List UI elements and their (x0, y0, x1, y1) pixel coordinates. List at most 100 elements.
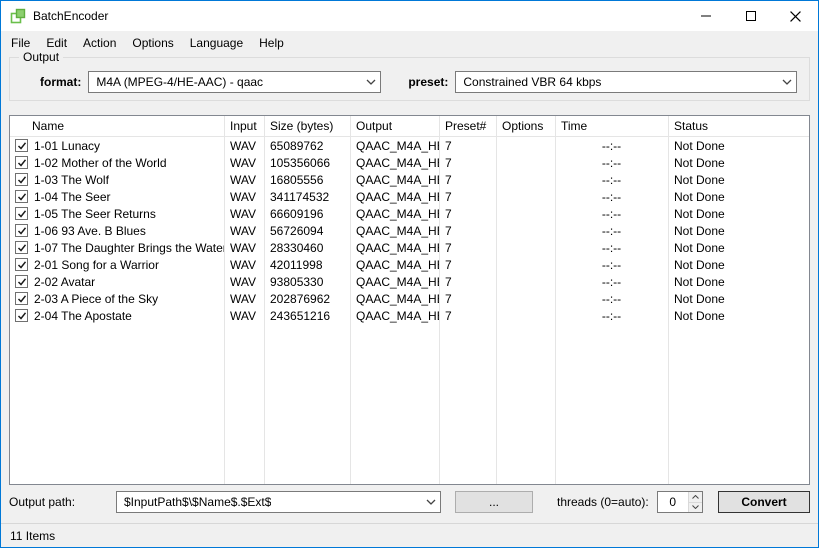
column-header-preset-[interactable]: Preset# (439, 116, 496, 136)
row-time: --:-- (601, 138, 622, 153)
row-name: 1-01 Lunacy (34, 138, 101, 153)
row-status: Not Done (674, 240, 725, 255)
status-items-count: 11 Items (10, 528, 56, 543)
row-options (496, 205, 555, 222)
table-row[interactable]: 1-01 Lunacy WAV 65089762 QAAC_M4A_HE 7 --:-- N… (10, 137, 809, 154)
row-preset: 7 (445, 308, 452, 323)
preset-label: preset: (408, 74, 449, 89)
threads-stepper[interactable]: 0 (656, 491, 703, 513)
row-options (496, 273, 555, 290)
row-options (496, 256, 555, 273)
table-row[interactable]: 1-02 Mother of the World WAV 105356066 QAAC… (10, 154, 809, 171)
row-name-cell: 1-02 Mother of the World (10, 154, 224, 171)
table-row[interactable]: 1-05 The Seer Returns WAV 66609196 QAAC_M4A… (10, 205, 809, 222)
table-row[interactable]: 1-03 The Wolf WAV 16805556 QAAC_M4A_HE 7 --:-… (10, 171, 809, 188)
row-options (496, 290, 555, 307)
checkmark-icon (17, 175, 26, 184)
row-checkbox[interactable] (15, 275, 28, 288)
checkmark-icon (17, 277, 26, 286)
title-bar[interactable]: BatchEncoder (1, 1, 818, 31)
row-output: QAAC_M4A_HE (356, 240, 439, 255)
row-time: --:-- (601, 308, 622, 323)
column-header-output[interactable]: Output (350, 116, 439, 136)
row-options (496, 222, 555, 239)
column-header-size-bytes-[interactable]: Size (bytes) (264, 116, 350, 136)
table-row[interactable]: 2-01 Song for a Warrior WAV 42011998 QAAC_M… (10, 256, 809, 273)
checkmark-icon (17, 141, 26, 150)
row-status: Not Done (674, 308, 725, 323)
row-checkbox[interactable] (15, 258, 28, 271)
row-time: --:-- (601, 257, 622, 272)
column-header-name[interactable]: Name (10, 116, 224, 136)
row-size: 93805330 (270, 274, 324, 289)
row-checkbox[interactable] (15, 173, 28, 186)
row-output: QAAC_M4A_HE (356, 257, 439, 272)
row-checkbox[interactable] (15, 156, 28, 169)
batchencoder-logo-icon (10, 8, 26, 24)
status-bar: 11 Items (1, 523, 818, 547)
column-header-time[interactable]: Time (555, 116, 668, 136)
row-preset: 7 (445, 172, 452, 187)
minimize-button[interactable] (683, 1, 728, 31)
table-row[interactable]: 1-07 The Daughter Brings the Water WAV 283… (10, 239, 809, 256)
row-time: --:-- (601, 189, 622, 204)
row-checkbox[interactable] (15, 224, 28, 237)
row-preset: 7 (445, 138, 452, 153)
row-checkbox[interactable] (15, 190, 28, 203)
table-row[interactable]: 1-06 93 Ave. B Blues WAV 56726094 QAAC_M4A_… (10, 222, 809, 239)
close-button[interactable] (773, 1, 818, 31)
column-header-options[interactable]: Options (496, 116, 555, 136)
row-name: 2-04 The Apostate (34, 308, 132, 323)
row-checkbox[interactable] (15, 292, 28, 305)
window-title: BatchEncoder (33, 9, 109, 23)
menu-action[interactable]: Action (75, 32, 124, 54)
row-name: 1-02 Mother of the World (34, 155, 167, 170)
checkmark-icon (17, 260, 26, 269)
row-name-cell: 1-01 Lunacy (10, 137, 224, 154)
row-status: Not Done (674, 189, 725, 204)
checkmark-icon (17, 243, 26, 252)
row-name-cell: 1-06 93 Ave. B Blues (10, 222, 224, 239)
convert-button[interactable]: Convert (718, 491, 810, 513)
preset-select[interactable]: Constrained VBR 64 kbps (455, 70, 797, 93)
row-preset: 7 (445, 240, 452, 255)
row-checkbox[interactable] (15, 207, 28, 220)
table-row[interactable]: 1-04 The Seer WAV 341174532 QAAC_M4A_HE 7 --:… (10, 188, 809, 205)
table-row[interactable]: 2-03 A Piece of the Sky WAV 202876962 QAAC_… (10, 290, 809, 307)
output-group-title: Output (19, 50, 64, 64)
row-checkbox[interactable] (15, 309, 28, 322)
chevron-down-icon (778, 79, 796, 85)
file-table: Name Input Size (bytes) Output Preset# Option… (9, 115, 810, 485)
checkmark-icon (17, 192, 26, 201)
output-path-combobox[interactable]: $InputPath$\$Name$.$Ext$ (116, 491, 441, 513)
table-row[interactable]: 2-04 The Apostate WAV 243651216 QAAC_M4A_HE… (10, 307, 809, 324)
menu-options[interactable]: Options (124, 32, 181, 54)
row-output: QAAC_M4A_HE (356, 308, 439, 323)
checkmark-icon (17, 226, 26, 235)
stepper-down-button[interactable] (687, 501, 702, 512)
row-name: 2-01 Song for a Warrior (34, 257, 159, 272)
row-time: --:-- (601, 155, 622, 170)
browse-button[interactable]: ... (455, 491, 533, 513)
row-checkbox[interactable] (15, 241, 28, 254)
row-status: Not Done (674, 206, 725, 221)
maximize-button[interactable] (728, 1, 773, 31)
row-status: Not Done (674, 291, 725, 306)
stepper-buttons (687, 492, 702, 512)
column-header-status[interactable]: Status (668, 116, 809, 136)
menu-language[interactable]: Language (182, 32, 251, 54)
format-select[interactable]: M4A (MPEG-4/HE-AAC) - qaac (88, 70, 382, 93)
menu-help[interactable]: Help (251, 32, 292, 54)
checkmark-icon (17, 294, 26, 303)
stepper-up-button[interactable] (687, 492, 702, 502)
output-group-row: format: M4A (MPEG-4/HE-AAC) - qaac prese… (10, 58, 809, 100)
window-controls (683, 1, 818, 31)
chevron-down-icon (422, 499, 440, 505)
column-header-input[interactable]: Input (224, 116, 264, 136)
row-checkbox[interactable] (15, 139, 28, 152)
output-groupbox: Output format: M4A (MPEG-4/HE-AAC) - qaa… (9, 50, 810, 101)
row-input: WAV (230, 138, 256, 153)
row-status: Not Done (674, 257, 725, 272)
table-row[interactable]: 2-02 Avatar WAV 93805330 QAAC_M4A_HE 7 --:-- N… (10, 273, 809, 290)
row-name: 2-02 Avatar (34, 274, 96, 289)
